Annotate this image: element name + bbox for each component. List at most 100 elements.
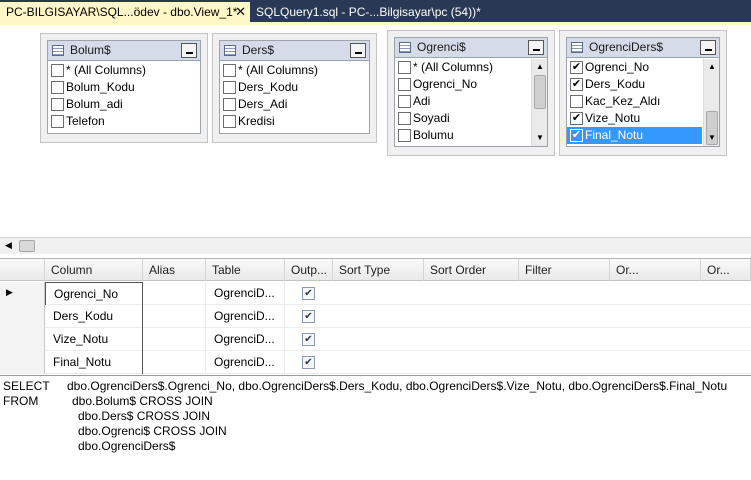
header-sort-order[interactable]: Sort Order [424, 259, 519, 281]
header-or-1[interactable]: Or... [610, 259, 701, 281]
column-item[interactable]: Bolumu [395, 127, 530, 144]
cell-table[interactable]: OgrenciD... [206, 305, 285, 328]
tab-sql-query[interactable]: SQLQuery1.sql - PC-...Bilgisayar\pc (54)… [250, 2, 487, 22]
checkbox[interactable] [398, 61, 411, 74]
grid-row[interactable]: Final_Notu OgrenciD... ✔ [0, 351, 751, 374]
column-item[interactable]: * (All Columns) [395, 59, 530, 76]
column-item[interactable]: Ders_Adi [220, 96, 369, 113]
header-filter[interactable]: Filter [519, 259, 610, 281]
minimize-icon[interactable] [181, 43, 197, 58]
column-item-label: * (All Columns) [413, 60, 494, 74]
column-item[interactable]: Telefon [48, 113, 200, 130]
column-item[interactable]: Adi [395, 93, 530, 110]
cell-column[interactable]: Vize_Notu [45, 328, 143, 351]
column-item[interactable]: ✔ Vize_Notu [567, 110, 702, 127]
column-item[interactable]: Kredisi [220, 113, 369, 130]
cell-alias[interactable] [143, 305, 206, 328]
row-selector[interactable] [0, 305, 45, 328]
row-selector[interactable] [0, 351, 45, 374]
table-title-ders[interactable]: Ders$ [220, 41, 369, 61]
criteria-grid[interactable]: Column Alias Table Outp... Sort Type Sor… [0, 258, 751, 374]
scroll-up-icon[interactable]: ▲ [534, 61, 546, 73]
output-checkbox[interactable]: ✔ [302, 333, 315, 346]
column-item-label: * (All Columns) [66, 63, 147, 77]
checkbox[interactable] [51, 64, 64, 77]
header-table[interactable]: Table [206, 259, 285, 281]
checkbox[interactable] [398, 78, 411, 91]
checkbox[interactable] [51, 115, 64, 128]
row-selector[interactable]: ▶ [0, 282, 45, 305]
column-item[interactable]: * (All Columns) [220, 62, 369, 79]
grid-row[interactable]: Ders_Kodu OgrenciD... ✔ [0, 305, 751, 328]
column-item-selected[interactable]: ✔ Final_Notu [567, 127, 702, 144]
cell-column[interactable]: Ders_Kodu [45, 305, 143, 328]
table-scrollbar[interactable]: ▲ ▼ [531, 59, 547, 146]
cell-alias[interactable] [143, 282, 206, 305]
row-selector[interactable] [0, 328, 45, 351]
scroll-down-icon[interactable]: ▼ [706, 132, 718, 144]
scroll-thumb[interactable] [534, 75, 546, 109]
grid-row[interactable]: ▶ Ogrenci_No OgrenciD... ✔ [0, 282, 751, 305]
scroll-thumb[interactable] [19, 240, 35, 252]
column-item[interactable]: Ogrenci_No [395, 76, 530, 93]
table-box-ogrenci[interactable]: Ogrenci$ * (All Columns) Ogrenci_No Adi … [387, 30, 555, 156]
cell-alias[interactable] [143, 328, 206, 351]
output-checkbox[interactable]: ✔ [302, 287, 315, 300]
cell-table[interactable]: OgrenciD... [206, 328, 285, 351]
table-title-ogrenci[interactable]: Ogrenci$ [395, 38, 547, 58]
cell-table[interactable]: OgrenciD... [206, 282, 285, 305]
checkbox-checked[interactable]: ✔ [570, 78, 583, 91]
table-box-ogrenciders[interactable]: OgrenciDers$ ✔ Ogrenci_No ✔ Ders_Kodu Kac_… [559, 30, 727, 156]
tab-view-designer[interactable]: PC-BILGISAYAR\SQL...ödev - dbo.View_1* ✕ [0, 2, 250, 22]
minimize-icon[interactable] [528, 40, 544, 55]
checkbox[interactable] [223, 64, 236, 77]
close-icon[interactable]: ✕ [235, 2, 246, 22]
checkbox[interactable] [51, 81, 64, 94]
checkbox-checked[interactable]: ✔ [570, 61, 583, 74]
output-checkbox[interactable]: ✔ [302, 310, 315, 323]
table-box-bolum[interactable]: Bolum$ * (All Columns) Bolum_Kodu Bolum_… [40, 33, 208, 143]
table-title-ogrenciders[interactable]: OgrenciDers$ [567, 38, 719, 58]
cell-column[interactable]: Final_Notu [45, 351, 143, 374]
column-item[interactable]: Soyadi [395, 110, 530, 127]
diagram-horizontal-scrollbar[interactable]: ◀ [0, 237, 751, 254]
header-sort-type[interactable]: Sort Type [333, 259, 424, 281]
column-item[interactable]: Bolum_adi [48, 96, 200, 113]
column-item[interactable]: ✔ Ders_Kodu [567, 76, 702, 93]
scroll-up-icon[interactable]: ▲ [706, 61, 718, 73]
checkbox[interactable] [223, 98, 236, 111]
checkbox[interactable] [223, 81, 236, 94]
diagram-pane[interactable]: Bolum$ * (All Columns) Bolum_Kodu Bolum_… [0, 25, 751, 237]
scroll-left-icon[interactable]: ◀ [5, 240, 12, 251]
column-item[interactable]: Ders_Kodu [220, 79, 369, 96]
minimize-icon[interactable] [350, 43, 366, 58]
header-output[interactable]: Outp... [285, 259, 333, 281]
column-item[interactable]: ✔ Ogrenci_No [567, 59, 702, 76]
column-item[interactable]: * (All Columns) [48, 62, 200, 79]
grid-row[interactable]: Vize_Notu OgrenciD... ✔ [0, 328, 751, 351]
header-alias[interactable]: Alias [143, 259, 206, 281]
checkbox[interactable] [51, 98, 64, 111]
table-box-ders[interactable]: Ders$ * (All Columns) Ders_Kodu Ders_Adi… [212, 33, 377, 143]
checkbox[interactable] [398, 112, 411, 125]
checkbox[interactable] [398, 95, 411, 108]
checkbox-checked[interactable]: ✔ [570, 112, 583, 125]
cell-table[interactable]: OgrenciD... [206, 351, 285, 374]
checkbox[interactable] [223, 115, 236, 128]
column-item[interactable]: Bolum_Kodu [48, 79, 200, 96]
table-scrollbar[interactable]: ▲ ▼ [703, 59, 719, 146]
header-or-2[interactable]: Or... [701, 259, 751, 281]
sql-pane[interactable]: SELECT dbo.OgrenciDers$.Ogrenci_No, dbo.… [0, 375, 751, 480]
cell-column[interactable]: Ogrenci_No [45, 282, 143, 305]
scroll-down-icon[interactable]: ▼ [534, 132, 546, 144]
checkbox[interactable] [398, 129, 411, 142]
checkbox-checked[interactable]: ✔ [570, 129, 583, 142]
column-item-label: Kac_Kez_Aldı [585, 94, 661, 108]
cell-alias[interactable] [143, 351, 206, 374]
table-title-bolum[interactable]: Bolum$ [48, 41, 200, 61]
minimize-icon[interactable] [700, 40, 716, 55]
column-item[interactable]: Kac_Kez_Aldı [567, 93, 702, 110]
checkbox[interactable] [570, 95, 583, 108]
output-checkbox[interactable]: ✔ [302, 356, 315, 369]
header-column[interactable]: Column [45, 259, 143, 281]
